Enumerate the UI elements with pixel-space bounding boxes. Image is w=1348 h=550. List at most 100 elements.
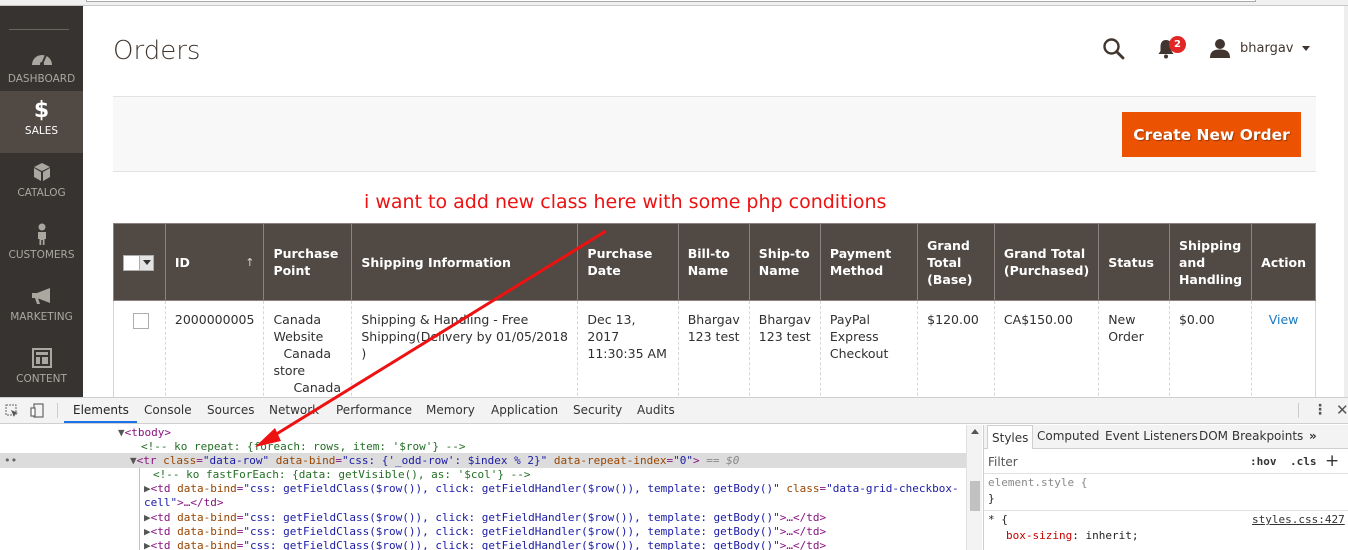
chevron-down-icon: [142, 260, 151, 266]
add-rule-icon[interactable]: +: [1325, 451, 1339, 471]
column-header-grand-total-purchased[interactable]: Grand Total (Purchased): [993, 223, 1100, 301]
address-bar[interactable]: [86, 0, 1256, 2]
dom-node-td[interactable]: ▶<td data-bind="css: getFieldClass($row(…: [144, 510, 826, 525]
devtools-tab-security[interactable]: Security: [573, 403, 622, 417]
elements-scrollbar[interactable]: [966, 425, 982, 550]
devtools-tab-performance[interactable]: Performance: [336, 403, 412, 417]
dashboard-gauge-icon: [0, 47, 83, 69]
mass-select-header: [113, 223, 166, 301]
node-actions-ellipsis[interactable]: ••: [4, 453, 17, 468]
column-header-shipping-and-handling[interactable]: Shipping and Handling: [1168, 223, 1253, 301]
dom-comment-repeat[interactable]: <!-- ko repeat: {foreach: rows, item: '$…: [141, 439, 466, 454]
box-icon: [0, 161, 83, 183]
devtools-tab-sources[interactable]: Sources: [207, 403, 254, 417]
sidebar-label: MARKETING: [10, 311, 73, 323]
indent-guide: [139, 468, 140, 550]
column-header-id[interactable]: ID ↑: [164, 223, 265, 301]
close-icon[interactable]: ✕: [1336, 401, 1348, 419]
cell-id: 2000000005: [164, 300, 265, 397]
devtools-tab-audits[interactable]: Audits: [637, 403, 675, 417]
active-tab-indicator: [64, 421, 137, 423]
devtools-tab-application[interactable]: Application: [491, 403, 558, 417]
column-header-purchase-date[interactable]: Purchase Date: [577, 223, 679, 301]
more-tabs-icon[interactable]: »: [1309, 429, 1317, 443]
styles-tab-computed[interactable]: Computed: [1037, 429, 1099, 443]
styles-tab-event-listeners[interactable]: Event Listeners: [1105, 429, 1198, 443]
browser-top-strip: [0, 0, 1348, 6]
column-header-bill-to-name[interactable]: Bill-to Name: [677, 223, 750, 301]
style-rule-universal[interactable]: * { box-sizing: inherit;: [988, 512, 1138, 544]
cell-grand-total-purchased: CA$150.00: [993, 300, 1100, 397]
cell-purchase-point: Canada Website Canada store Canada: [263, 300, 353, 397]
styles-tab-styles[interactable]: Styles: [987, 425, 1034, 449]
column-header-ship-to-name[interactable]: Ship-to Name: [748, 223, 821, 301]
mass-select-dropdown[interactable]: [123, 254, 154, 271]
dom-comment-fastforeach[interactable]: <!-- ko fastForEach: {data: getVisible()…: [153, 467, 531, 482]
admin-sidebar: DASHBOARD $ SALES CATALOG CUSTOMERS MARK…: [0, 6, 83, 397]
cell-payment-method: PayPal Express Checkout: [819, 300, 919, 397]
column-header-shipping-information[interactable]: Shipping Information: [351, 223, 579, 301]
elements-tree: ▼<tbody> <!-- ko repeat: {foreach: rows,…: [0, 425, 966, 550]
dom-node-td[interactable]: ▶<td data-bind="css: getFieldClass($row(…: [144, 524, 826, 539]
class-toggle[interactable]: .cls: [1290, 455, 1317, 468]
inspect-element-icon[interactable]: [5, 403, 19, 422]
sidebar-item-catalog[interactable]: CATALOG: [0, 153, 83, 215]
sort-asc-icon: ↑: [245, 255, 255, 269]
sidebar-item-sales[interactable]: $ SALES: [0, 91, 83, 153]
table-row[interactable]: 2000000005 Canada Website Canada store C…: [113, 300, 1316, 397]
devtools-tab-elements[interactable]: Elements: [73, 403, 129, 417]
style-source-link[interactable]: styles.css:427: [1252, 513, 1345, 526]
hover-state-toggle[interactable]: :hov: [1250, 455, 1277, 468]
cell-shipping-and-handling: $0.00: [1168, 300, 1253, 397]
styles-pane: Styles Computed Event Listeners DOM Brea…: [983, 425, 1348, 550]
row-checkbox[interactable]: [133, 313, 149, 329]
create-new-order-button[interactable]: Create New Order: [1122, 112, 1301, 157]
sidebar-item-customers[interactable]: CUSTOMERS: [0, 215, 83, 277]
devtools-tab-console[interactable]: Console: [144, 403, 192, 417]
view-order-link[interactable]: View: [1261, 311, 1306, 328]
cell-action: View: [1251, 300, 1316, 397]
dom-node-td[interactable]: ▶<td data-bind="css: getFieldClass($row(…: [144, 538, 826, 550]
cell-shipping-information: Shipping & Handling - Free Shipping(Deli…: [351, 300, 579, 397]
row-select-cell: [113, 300, 166, 397]
page-scrollbar[interactable]: [1344, 6, 1348, 397]
user-icon: [1210, 39, 1230, 58]
cell-bill-to-name: Bhargav 123 test: [677, 300, 750, 397]
devtools-tab-bar: Elements Console Sources Network Perform…: [0, 398, 1348, 424]
devtools-tab-network[interactable]: Network: [269, 403, 319, 417]
scrollbar-thumb[interactable]: [970, 481, 980, 511]
divider: [984, 510, 1348, 511]
devtools-panel: Elements Console Sources Network Perform…: [0, 397, 1348, 550]
more-options-icon[interactable]: ⋮: [1313, 402, 1327, 418]
dom-node-td[interactable]: ▶<td data-bind="css: getFieldClass($row(…: [144, 481, 959, 496]
scroll-up-icon[interactable]: [971, 429, 979, 434]
dom-node-tbody[interactable]: ▼<tbody>: [118, 425, 171, 440]
search-button[interactable]: [1102, 37, 1126, 61]
logo-divider: [9, 29, 69, 30]
style-rule-element[interactable]: element.style { }: [988, 475, 1087, 507]
styles-filter-input[interactable]: Filter: [988, 455, 1018, 469]
annotation-text: i want to add new class here with some p…: [364, 191, 887, 213]
column-header-purchase-point[interactable]: Purchase Point: [263, 223, 353, 301]
device-toolbar-icon[interactable]: [30, 403, 46, 422]
user-account-menu[interactable]: bhargav: [1210, 37, 1310, 59]
styles-filter-bar: Filter :hov .cls +: [984, 450, 1348, 474]
cell-ship-to-name: Bhargav 123 test: [748, 300, 821, 397]
cell-status: New Order: [1098, 300, 1170, 397]
column-header-grand-total-base[interactable]: Grand Total (Base): [917, 223, 995, 301]
dom-node-tr-selected[interactable]: •• ▼<tr class="data-row" data-bind="css: …: [0, 453, 966, 468]
sidebar-item-content[interactable]: CONTENT: [0, 339, 83, 397]
sidebar-label: CATALOG: [17, 187, 66, 199]
orders-grid: ID ↑ Purchase Point Shipping Information P…: [113, 223, 1316, 397]
sidebar-item-marketing[interactable]: MARKETING: [0, 277, 83, 339]
column-header-status[interactable]: Status: [1098, 223, 1170, 301]
person-icon: [0, 223, 83, 245]
layout-icon: [0, 347, 83, 369]
page-title: Orders: [113, 36, 201, 66]
styles-tab-dom-breakpoints[interactable]: DOM Breakpoints: [1199, 429, 1303, 443]
column-header-payment-method[interactable]: Payment Method: [819, 223, 919, 301]
sidebar-label: DASHBOARD: [7, 73, 76, 85]
devtools-tab-memory[interactable]: Memory: [426, 403, 475, 417]
column-header-action: Action: [1251, 223, 1316, 301]
divider: [57, 403, 58, 418]
